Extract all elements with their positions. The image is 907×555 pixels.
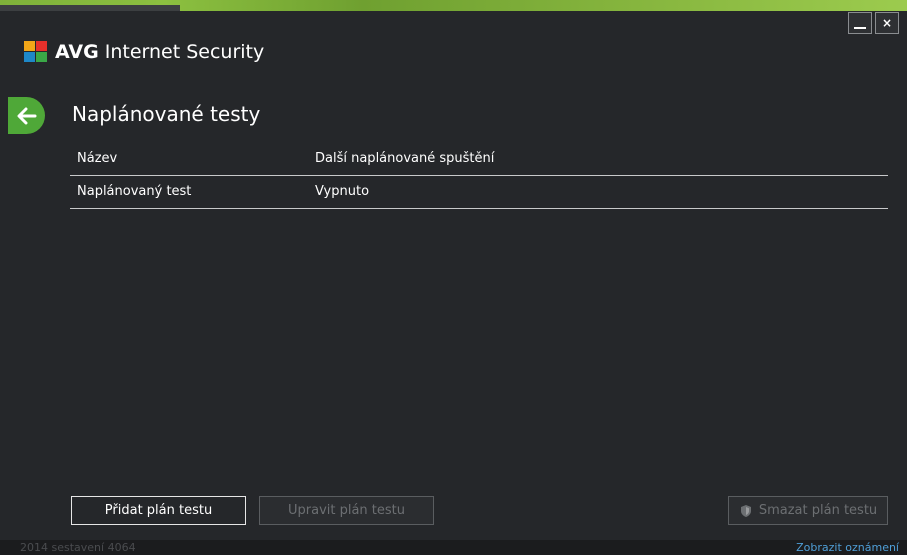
- title-bar-accent-stripe: [0, 0, 907, 11]
- row-name-cell: Naplánovaný test: [77, 184, 192, 199]
- delete-schedule-label: Smazat plán testu: [758, 503, 878, 518]
- accent-notch: [0, 5, 180, 11]
- status-bar: 2014 sestavení 4064 Zobrazit oznámení: [0, 540, 907, 555]
- app-logo: AVG Internet Security: [24, 41, 264, 63]
- column-header-name[interactable]: Název: [77, 151, 117, 166]
- row-next-run-cell: Vypnuto: [315, 184, 370, 199]
- delete-schedule-button[interactable]: Smazat plán testu: [728, 496, 888, 525]
- scheduled-scans-table: Název Další naplánované spuštění Napláno…: [70, 143, 888, 209]
- minimize-icon: [854, 27, 866, 29]
- show-notifications-link[interactable]: Zobrazit oznámení: [796, 541, 899, 554]
- app-window: × AVG Internet Security Naplánované test…: [0, 0, 907, 555]
- window-controls: ×: [848, 12, 899, 34]
- close-icon: ×: [881, 16, 893, 30]
- avg-logo-icon: [24, 41, 50, 63]
- add-schedule-button[interactable]: Přidat plán testu: [71, 496, 246, 525]
- build-info: 2014 sestavení 4064: [20, 541, 136, 554]
- column-header-next-run[interactable]: Další naplánované spuštění: [315, 151, 494, 166]
- app-brand: AVG: [55, 41, 99, 63]
- page-title: Naplánované testy: [72, 102, 261, 126]
- back-button[interactable]: [8, 97, 45, 134]
- arrow-left-icon: [17, 107, 36, 124]
- table-header: Název Další naplánované spuštění: [70, 143, 888, 176]
- table-row[interactable]: Naplánovaný test Vypnuto: [70, 176, 888, 209]
- close-button[interactable]: ×: [875, 12, 899, 34]
- edit-schedule-button[interactable]: Upravit plán testu: [259, 496, 434, 525]
- app-product-name: Internet Security: [104, 41, 265, 63]
- minimize-button[interactable]: [848, 12, 872, 34]
- shield-icon: [740, 504, 751, 517]
